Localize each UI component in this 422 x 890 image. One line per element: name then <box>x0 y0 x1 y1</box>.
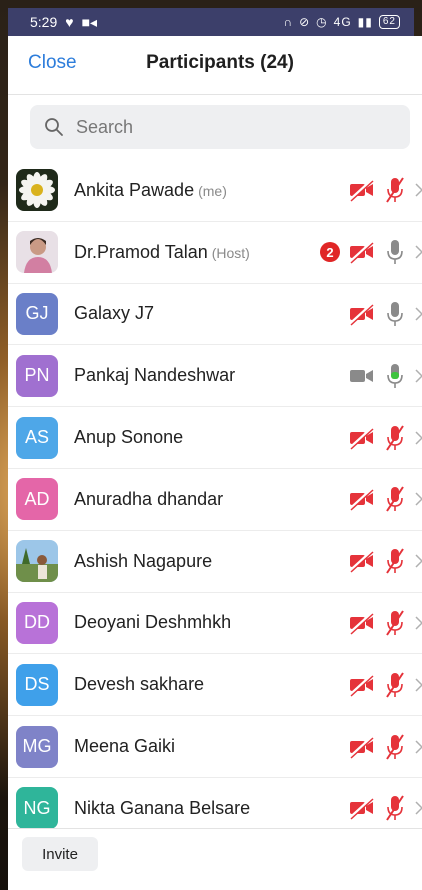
unread-chat-badge: 2 <box>320 242 340 263</box>
mic-muted-icon <box>386 425 404 451</box>
chevron-right-icon <box>415 492 422 506</box>
chevron-right-icon <box>415 616 422 630</box>
signal-icon: ▮▮ <box>357 15 373 29</box>
participant-controls: 2 <box>320 222 422 283</box>
participant-row[interactable]: PN Pankaj Nandeshwar <box>8 345 422 408</box>
participant-name: Anuradha dhandar <box>74 488 224 509</box>
participant-controls <box>348 407 422 468</box>
page-title: Participants (24) <box>146 52 294 73</box>
participant-name: Nikta Ganana Belsare <box>74 797 251 818</box>
mic-muted-icon <box>386 486 404 512</box>
participant-role-tag: (me) <box>198 182 227 199</box>
mic-icon <box>387 240 403 265</box>
avatar: AD <box>16 478 58 521</box>
chevron-right-icon <box>415 801 422 815</box>
chevron-right-icon <box>415 183 422 197</box>
chevron-right-icon <box>415 554 422 568</box>
video-on-icon <box>350 369 373 382</box>
avatar: PN <box>16 354 58 397</box>
participant-role-tag: (Host) <box>211 244 250 261</box>
avatar: NG <box>16 787 58 830</box>
mic-muted-icon <box>386 177 404 203</box>
status-bar: 5:29 ♥ ■◂ ∩ ⊘ ◷ 4G ▮▮ 62 <box>8 8 414 36</box>
participant-controls <box>348 284 422 345</box>
divider <box>8 94 422 95</box>
mic-muted-icon <box>386 610 404 636</box>
avatar <box>16 169 58 212</box>
chevron-right-icon <box>415 369 422 383</box>
participant-name: Deoyani Deshmhkh <box>74 612 232 633</box>
video-off-icon <box>348 488 374 511</box>
mic-active-icon <box>387 363 403 388</box>
search-input[interactable] <box>74 115 378 139</box>
chevron-right-icon <box>415 245 422 259</box>
participant-name: Galaxy J7 <box>74 303 155 324</box>
avatar: GJ <box>16 292 58 335</box>
heart-icon: ♥ <box>65 14 74 30</box>
video-off-icon <box>348 302 374 326</box>
participant-name: Meena Gaiki <box>74 736 176 757</box>
mic-muted-icon <box>386 795 404 821</box>
chevron-right-icon <box>415 678 422 692</box>
participant-controls <box>348 716 422 777</box>
footer: Invite <box>8 828 422 890</box>
participant-name: Dr.Pramod Talan <box>74 241 208 262</box>
mic-muted-icon <box>386 672 404 698</box>
chevron-right-icon <box>415 431 422 445</box>
participants-panel: Close Participants (24) Ankita Pawade(me… <box>8 36 422 890</box>
video-off-icon <box>348 797 374 820</box>
participant-controls <box>348 160 422 221</box>
chevron-right-icon <box>415 740 422 754</box>
participant-name: Ashish Nagapure <box>74 550 213 571</box>
video-off-icon <box>348 241 374 264</box>
participant-row[interactable]: Dr.Pramod Talan (Host) 2 <box>8 222 422 284</box>
participant-row[interactable]: DS Devesh sakhare <box>8 654 422 717</box>
participant-list: Ankita Pawade (me) Dr.Pramod Talan (Host) 2 G… <box>8 160 422 840</box>
invite-button[interactable]: Invite <box>22 837 98 871</box>
video-off-icon <box>348 611 374 635</box>
participant-row[interactable]: DD Deoyani Deshmhkh <box>8 593 422 655</box>
avatar <box>16 231 58 274</box>
participant-name: Pankaj Nandeshwar <box>74 365 236 386</box>
network-label: 4G <box>333 15 352 29</box>
header: Close Participants (24) <box>8 36 422 94</box>
participant-row[interactable]: Ashish Nagapure <box>8 531 422 593</box>
battery-icon: 62 <box>378 15 400 29</box>
participant-controls <box>348 469 422 530</box>
avatar: AS <box>16 416 58 459</box>
participant-controls <box>348 531 422 592</box>
mic-muted-icon <box>386 548 404 574</box>
mic-icon <box>387 301 403 326</box>
participant-name: Anup Sonone <box>74 427 184 448</box>
avatar: DS <box>16 663 58 706</box>
alarm-icon: ◷ <box>316 15 328 29</box>
video-off-icon <box>348 673 374 697</box>
avatar: DD <box>16 601 58 644</box>
avatar: MG <box>16 725 58 768</box>
search-bar[interactable] <box>30 105 410 149</box>
participant-name: Ankita Pawade <box>74 179 195 200</box>
participant-name: Devesh sakhare <box>74 674 205 695</box>
participant-controls <box>348 654 422 715</box>
participant-row[interactable]: GJ Galaxy J7 <box>8 284 422 346</box>
participant-controls <box>348 593 422 654</box>
participant-controls <box>348 345 422 406</box>
participant-row[interactable]: Ankita Pawade (me) <box>8 160 422 222</box>
mic-muted-icon <box>386 734 404 760</box>
mute-icon: ⊘ <box>299 15 311 29</box>
video-off-icon <box>348 550 374 573</box>
video-off-icon <box>348 735 374 759</box>
status-time: 5:29 <box>30 14 58 30</box>
headphones-icon: ∩ <box>283 15 294 29</box>
participant-row[interactable]: AS Anup Sonone <box>8 407 422 469</box>
video-off-icon <box>348 426 374 450</box>
participant-row[interactable]: MG Meena Gaiki <box>8 716 422 778</box>
video-off-icon <box>348 179 374 202</box>
avatar <box>16 540 58 583</box>
chevron-right-icon <box>415 307 422 321</box>
video-icon: ■◂ <box>81 13 98 30</box>
participant-row[interactable]: AD Anuradha dhandar <box>8 469 422 531</box>
search-icon <box>45 118 63 136</box>
